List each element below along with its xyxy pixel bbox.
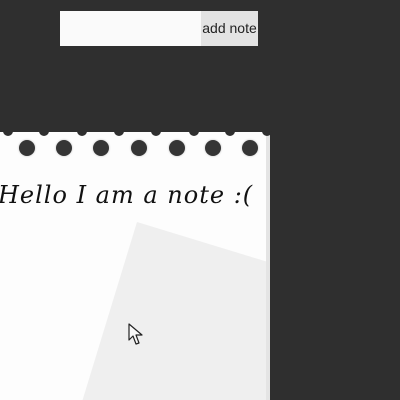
mouse-pointer-icon — [128, 323, 143, 345]
add-note-button[interactable]: add note — [201, 11, 258, 46]
binding-tab-icon — [114, 127, 124, 136]
binding-ring-icon — [169, 140, 185, 156]
note-edge-shadow — [266, 132, 270, 400]
binding-ring-icon — [205, 140, 221, 156]
note-text: Hello I am a note :( — [0, 181, 254, 209]
binding-ring-icon — [56, 140, 72, 156]
binding-tab-icon — [189, 127, 199, 136]
note-text-input[interactable] — [60, 11, 201, 46]
binding-ring-icon — [19, 140, 35, 156]
binding-tab-icon — [225, 127, 235, 136]
note-card[interactable] — [0, 132, 270, 400]
binding-tab-icon — [3, 127, 13, 136]
spiral-binding-icon — [0, 127, 272, 159]
binding-tab-icon — [39, 127, 49, 136]
binding-tab-icon — [77, 127, 87, 136]
binding-ring-icon — [131, 140, 147, 156]
new-note-toolbar: add note — [60, 11, 258, 46]
notes-app-screen: add note Hello I am a note :( — [0, 0, 400, 400]
binding-tab-icon — [151, 127, 161, 136]
binding-tab-icon — [262, 127, 272, 136]
binding-ring-icon — [242, 140, 258, 156]
binding-ring-icon — [93, 140, 109, 156]
